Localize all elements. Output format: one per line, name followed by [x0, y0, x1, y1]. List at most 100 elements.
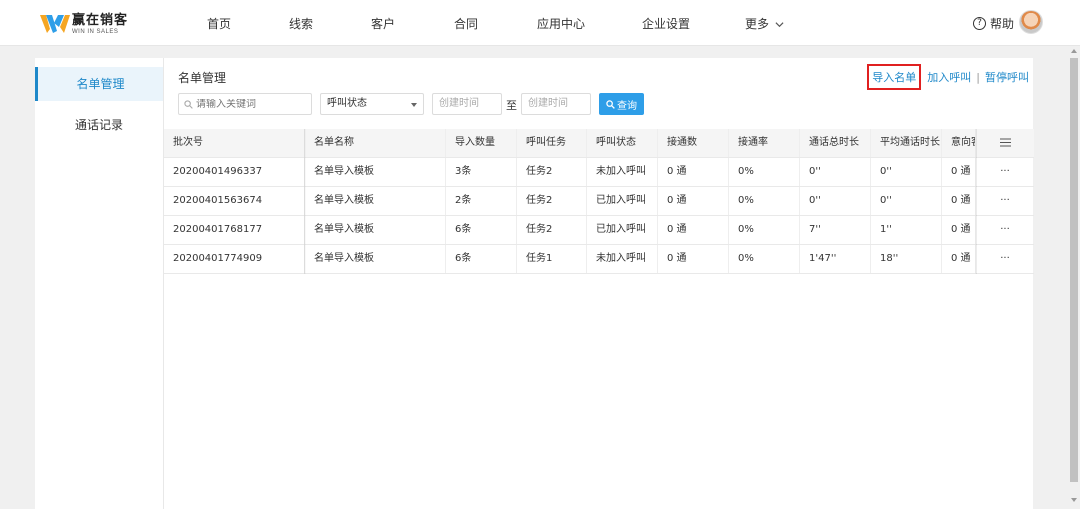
call-status-value: 呼叫状态: [327, 98, 367, 109]
help-button[interactable]: ? 帮助: [973, 15, 1014, 32]
cell-import-count: 2条: [446, 187, 517, 215]
cell-connected: 0 通: [658, 216, 729, 244]
nav-enterprise-settings[interactable]: 企业设置: [642, 15, 690, 32]
nav-home[interactable]: 首页: [207, 15, 231, 32]
cell-call-task: 任务2: [517, 216, 587, 244]
table-row[interactable]: 20200401496337 名单导入模板 3条 任务2 未加入呼叫 0 通 0% 0'' 0'…: [164, 158, 1034, 187]
cell-avg-duration: 0'': [871, 158, 942, 186]
header-col-intent: 意向客: [942, 129, 976, 157]
page-title: 名单管理: [178, 71, 227, 85]
filter-bar: 呼叫状态 创建时间 至 创建时间 查询: [178, 93, 1018, 115]
cell-total-duration: 7'': [800, 216, 871, 244]
import-list-link[interactable]: 导入名单: [867, 64, 922, 90]
nav-leads[interactable]: 线索: [289, 15, 313, 32]
header-col-call-task: 呼叫任务: [517, 129, 587, 157]
cell-call-status: 已加入呼叫: [587, 187, 658, 215]
scroll-thumb[interactable]: [1070, 58, 1078, 482]
cell-batch-no: 20200401774909: [164, 245, 305, 273]
cell-batch-no: 20200401768177: [164, 216, 305, 244]
frozen-column-shadow: [975, 129, 977, 274]
cell-connected: 0 通: [658, 158, 729, 186]
header-col-avg-duration: 平均通话时长: [871, 129, 942, 157]
sidebar: 名单管理 通话记录: [35, 58, 163, 509]
header-col-import-count: 导入数量: [446, 129, 517, 157]
frozen-column-shadow: [304, 129, 306, 274]
table-row[interactable]: 20200401563674 名单导入模板 2条 任务2 已加入呼叫 0 通 0% 0'' 0'…: [164, 187, 1034, 216]
cell-more-actions[interactable]: ···: [976, 158, 1034, 186]
cell-connected: 0 通: [658, 245, 729, 273]
cell-list-name: 名单导入模板: [305, 216, 446, 244]
call-status-select[interactable]: 呼叫状态: [320, 93, 424, 115]
chevron-down-icon: [775, 22, 784, 28]
cell-total-duration: 0'': [800, 158, 871, 186]
cell-total-duration: 1'47'': [800, 245, 871, 273]
nav-more-label: 更多: [745, 17, 770, 31]
cell-intent: 0 通: [942, 216, 976, 244]
brand-slogan: WIN IN SALES: [72, 28, 119, 35]
add-call-link[interactable]: 加入呼叫: [927, 69, 971, 85]
cell-more-actions[interactable]: ···: [976, 245, 1034, 273]
scroll-up-arrow-icon[interactable]: [1071, 49, 1077, 53]
cell-more-actions[interactable]: ···: [976, 216, 1034, 244]
header-col-connected: 接通数: [658, 129, 729, 157]
header-col-batch-no: 批次号: [164, 129, 305, 157]
action-links: 导入名单 加入呼叫 | 暂停呼叫: [867, 64, 1029, 90]
query-button[interactable]: 查询: [599, 93, 644, 115]
brand-logo[interactable]: 赢在销客 WIN IN SALES: [40, 12, 128, 36]
cell-total-duration: 0'': [800, 187, 871, 215]
cell-batch-no: 20200401563674: [164, 187, 305, 215]
list-table: 批次号名单名称导入数量呼叫任务呼叫状态接通数接通率通话总时长平均通话时长意向客 …: [164, 129, 1034, 274]
table-header-row: 批次号名单名称导入数量呼叫任务呼叫状态接通数接通率通话总时长平均通话时长意向客: [164, 129, 1034, 158]
end-date-input[interactable]: 创建时间: [521, 93, 591, 115]
nav-customers[interactable]: 客户: [371, 15, 395, 32]
column-settings-button[interactable]: [976, 129, 1034, 157]
cell-call-task: 任务2: [517, 158, 587, 186]
header-col-connect-rate: 接通率: [729, 129, 800, 157]
cell-call-task: 任务2: [517, 187, 587, 215]
nav-contracts[interactable]: 合同: [454, 15, 478, 32]
scroll-down-arrow-icon[interactable]: [1071, 498, 1077, 502]
start-date-input[interactable]: 创建时间: [432, 93, 502, 115]
table-row[interactable]: 20200401768177 名单导入模板 6条 任务2 已加入呼叫 0 通 0% 7'' 1'…: [164, 216, 1034, 245]
nav-more[interactable]: 更多: [745, 15, 784, 32]
search-box[interactable]: [178, 93, 312, 115]
cell-connect-rate: 0%: [729, 245, 800, 273]
cell-import-count: 3条: [446, 158, 517, 186]
header-col-total-duration: 通话总时长: [800, 129, 871, 157]
cell-connect-rate: 0%: [729, 216, 800, 244]
sidebar-item-call-records[interactable]: 通话记录: [35, 108, 163, 142]
nav-app-center[interactable]: 应用中心: [537, 15, 585, 32]
cell-connected: 0 通: [658, 187, 729, 215]
cell-connect-rate: 0%: [729, 187, 800, 215]
main-panel: 名单管理 导入名单 加入呼叫 | 暂停呼叫 呼叫状态 创建时间 至 创建时间 查…: [163, 58, 1034, 509]
sidebar-item-list-management[interactable]: 名单管理: [35, 67, 163, 101]
cell-call-task: 任务1: [517, 245, 587, 273]
user-avatar[interactable]: [1019, 10, 1043, 34]
search-icon: [606, 99, 615, 109]
cell-avg-duration: 0'': [871, 187, 942, 215]
cell-call-status: 未加入呼叫: [587, 158, 658, 186]
cell-list-name: 名单导入模板: [305, 187, 446, 215]
table-row[interactable]: 20200401774909 名单导入模板 6条 任务1 未加入呼叫 0 通 0% 1'47'…: [164, 245, 1034, 274]
cell-intent: 0 通: [942, 158, 976, 186]
date-range-separator: 至: [506, 99, 517, 112]
logo-w-icon: [40, 15, 70, 33]
action-separator: |: [976, 70, 980, 84]
cell-import-count: 6条: [446, 216, 517, 244]
cell-intent: 0 通: [942, 187, 976, 215]
query-button-label: 查询: [617, 100, 637, 112]
caret-down-icon: [411, 103, 417, 107]
top-navbar: 赢在销客 WIN IN SALES 首页 线索 客户 合同 应用中心 企业设置 …: [0, 0, 1080, 46]
page-scrollbar[interactable]: [1068, 46, 1080, 509]
cell-more-actions[interactable]: ···: [976, 187, 1034, 215]
cell-connect-rate: 0%: [729, 158, 800, 186]
keyword-input[interactable]: [196, 98, 306, 110]
cell-batch-no: 20200401496337: [164, 158, 305, 186]
header-col-list-name: 名单名称: [305, 129, 446, 157]
search-icon: [184, 99, 193, 109]
brand-name: 赢在销客: [72, 12, 129, 28]
cell-intent: 0 通: [942, 245, 976, 273]
list-menu-icon: [999, 138, 1011, 146]
cell-call-status: 未加入呼叫: [587, 245, 658, 273]
pause-call-link[interactable]: 暂停呼叫: [985, 69, 1029, 85]
